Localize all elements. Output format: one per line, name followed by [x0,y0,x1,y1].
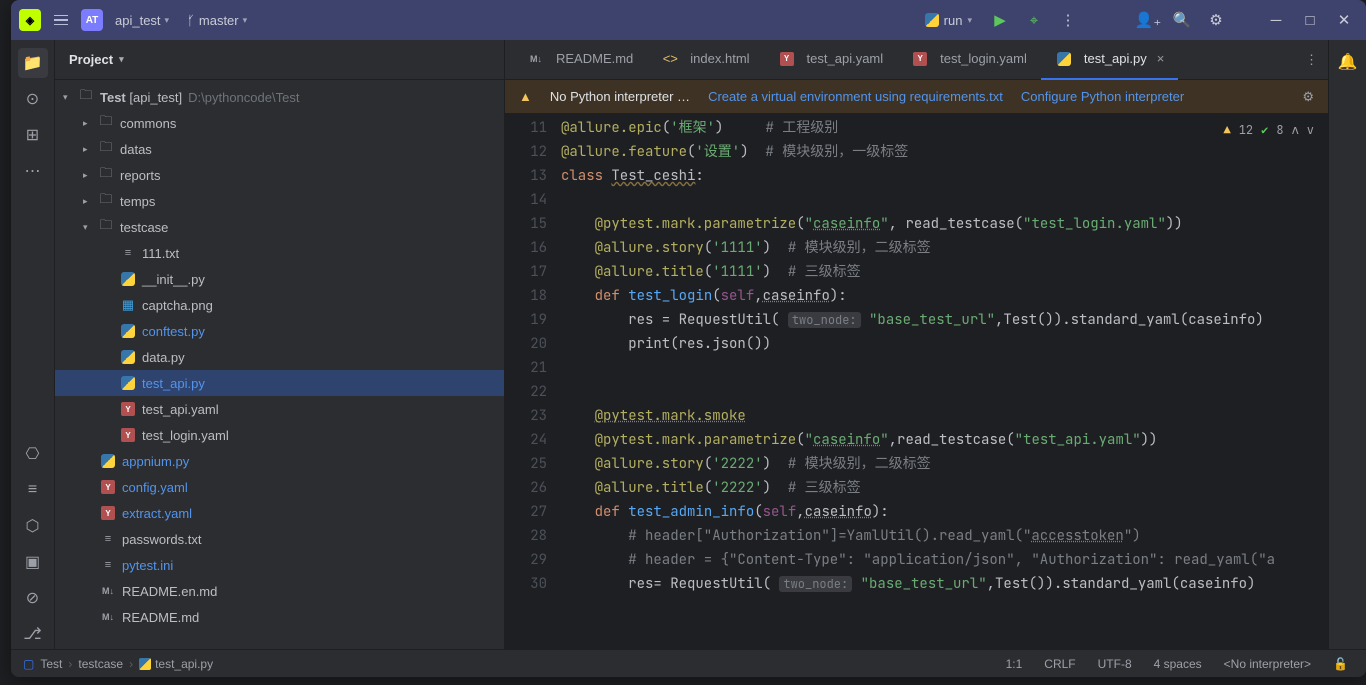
tree-folder-testcase[interactable]: ▾🗀testcase [55,214,504,240]
branch-icon: ᚶ [187,13,195,28]
problems-tool-button[interactable]: ⊘ [18,583,48,613]
editor-tab[interactable]: test_api.py× [1041,40,1178,80]
tool-window-bar-left: 📁 ⊙ ⊞ ⋯ ⎔ ≡ ⬡ ▣ ⊘ ⎇ [11,40,55,649]
editor-gutter: 1112131415161718192021222324252627282930 [505,114,561,649]
structure-tool-button[interactable]: ⊞ [18,120,48,150]
notifications-button[interactable]: 🔔 [1338,52,1358,649]
project-selector[interactable]: api_test▾ [109,9,175,32]
line-separator[interactable]: CRLF [1038,657,1081,671]
banner-settings-icon[interactable]: ⚙ [1302,89,1314,105]
title-bar: ◈ AT api_test▾ ᚶmaster▾ run▾ ▶ ⌖ ⋮ 👤₊ 🔍 … [11,0,1366,40]
tree-file[interactable]: test_api.py [55,370,504,396]
checks-count: 8 [1276,118,1283,142]
editor-tab[interactable]: <>index.html [647,40,763,80]
chevron-down-icon: ▾ [243,15,248,26]
breadcrumb-item[interactable]: test_api.py [139,657,213,671]
search-everywhere-button[interactable]: 🔍 [1168,6,1196,34]
editor-tabs: M↓README.md<>index.htmlYtest_api.yamlYte… [505,40,1328,80]
git-branch-selector[interactable]: ᚶmaster▾ [181,9,253,32]
terminal-tool-button[interactable]: ▣ [18,547,48,577]
run-button[interactable]: ▶ [986,6,1014,34]
tree-folder[interactable]: ▸🗀reports [55,162,504,188]
maximize-button[interactable]: □ [1296,6,1324,34]
banner-message: No Python interpreter … [550,89,690,104]
configure-interpreter-link[interactable]: Configure Python interpreter [1021,89,1184,104]
close-tab-icon[interactable]: × [1157,51,1165,66]
settings-button[interactable]: ⚙ [1202,6,1230,34]
vcs-tool-button[interactable]: ⎇ [18,619,48,649]
tree-file[interactable]: appnium.py [55,448,504,474]
warnings-icon: ▲ [1224,118,1231,142]
project-badge: AT [81,9,103,31]
project-panel-header[interactable]: Project▾ [55,40,504,80]
commit-tool-button[interactable]: ⊙ [18,84,48,114]
tree-file[interactable]: __init__.py [55,266,504,292]
editor-content[interactable]: @allure.epic('框架') # 工程级别@allure.feature… [561,114,1328,649]
code-editor[interactable]: ▲ 12 ✔ 8 ʌv 111213141516171819202122232425… [505,114,1328,649]
editor-tab[interactable]: Ytest_api.yaml [764,40,898,80]
tree-file[interactable]: data.py [55,344,504,370]
services-tool-button[interactable]: ≡ [18,475,48,505]
tab-menu-button[interactable]: ⋮ [1295,52,1328,68]
caret-position[interactable]: 1:1 [1000,657,1029,671]
tree-file[interactable]: Ytest_api.yaml [55,396,504,422]
python-packages-button[interactable]: ⬡ [18,511,48,541]
tree-file[interactable]: M↓README.md [55,604,504,630]
more-actions-button[interactable]: ⋮ [1054,6,1082,34]
tree-folder[interactable]: ▸🗀temps [55,188,504,214]
lock-icon[interactable]: 🔓 [1327,657,1354,671]
next-highlight-icon[interactable]: v [1307,118,1314,142]
app-logo-icon: ◈ [19,9,41,31]
main-menu-button[interactable] [47,15,75,26]
more-tool-button[interactable]: ⋯ [18,156,48,186]
tool-window-bar-right: 🔔 [1328,40,1366,649]
breadcrumbs[interactable]: ▢Test›testcase›test_api.py [23,657,213,671]
create-venv-link[interactable]: Create a virtual environment using requi… [708,89,1003,104]
editor-tab[interactable]: M↓README.md [513,40,647,80]
tree-file[interactable]: Ytest_login.yaml [55,422,504,448]
tree-file[interactable]: Yextract.yaml [55,500,504,526]
git-tool-button[interactable]: ⎔ [18,439,48,469]
project-tree[interactable]: ▾🗀Test [api_test]D:\pythoncode\Test▸🗀com… [55,80,504,649]
prev-highlight-icon[interactable]: ʌ [1292,118,1299,142]
debug-button[interactable]: ⌖ [1020,6,1048,34]
python-icon [925,13,939,27]
checks-icon: ✔ [1261,118,1268,142]
tree-file[interactable]: ▦captcha.png [55,292,504,318]
tree-folder[interactable]: ▸🗀commons [55,110,504,136]
chevron-down-icon: ▾ [967,15,972,26]
editor-tab[interactable]: Ytest_login.yaml [897,40,1041,80]
status-bar: ▢Test›testcase›test_api.py 1:1 CRLF UTF-… [11,649,1366,677]
tree-folder[interactable]: ▸🗀datas [55,136,504,162]
code-with-me-icon[interactable]: 👤₊ [1134,6,1162,34]
interpreter-widget[interactable]: <No interpreter> [1218,657,1317,671]
tree-file[interactable]: ≡pytest.ini [55,552,504,578]
warning-icon: ▲ [519,89,532,104]
breadcrumb-item[interactable]: Test [40,657,62,671]
warnings-count: 12 [1239,118,1253,142]
indent-settings[interactable]: 4 spaces [1148,657,1208,671]
breadcrumb-item[interactable]: testcase [78,657,123,671]
tree-file[interactable]: Yconfig.yaml [55,474,504,500]
chevron-down-icon: ▾ [165,15,170,26]
run-config-selector[interactable]: run▾ [917,9,980,32]
interpreter-warning-banner: ▲ No Python interpreter … Create a virtu… [505,80,1328,114]
chevron-down-icon: ▾ [119,54,124,65]
inspection-widget[interactable]: ▲ 12 ✔ 8 ʌv [1224,118,1314,142]
tree-file[interactable]: ≡111.txt [55,240,504,266]
minimize-button[interactable]: ─ [1262,6,1290,34]
close-window-button[interactable]: ✕ [1330,6,1358,34]
tree-file[interactable]: conftest.py [55,318,504,344]
tree-root[interactable]: ▾🗀Test [api_test]D:\pythoncode\Test [55,84,504,110]
module-icon: ▢ [23,657,34,671]
project-tool-button[interactable]: 📁 [18,48,48,78]
file-encoding[interactable]: UTF-8 [1092,657,1138,671]
tree-file[interactable]: M↓README.en.md [55,578,504,604]
tree-file[interactable]: ≡passwords.txt [55,526,504,552]
